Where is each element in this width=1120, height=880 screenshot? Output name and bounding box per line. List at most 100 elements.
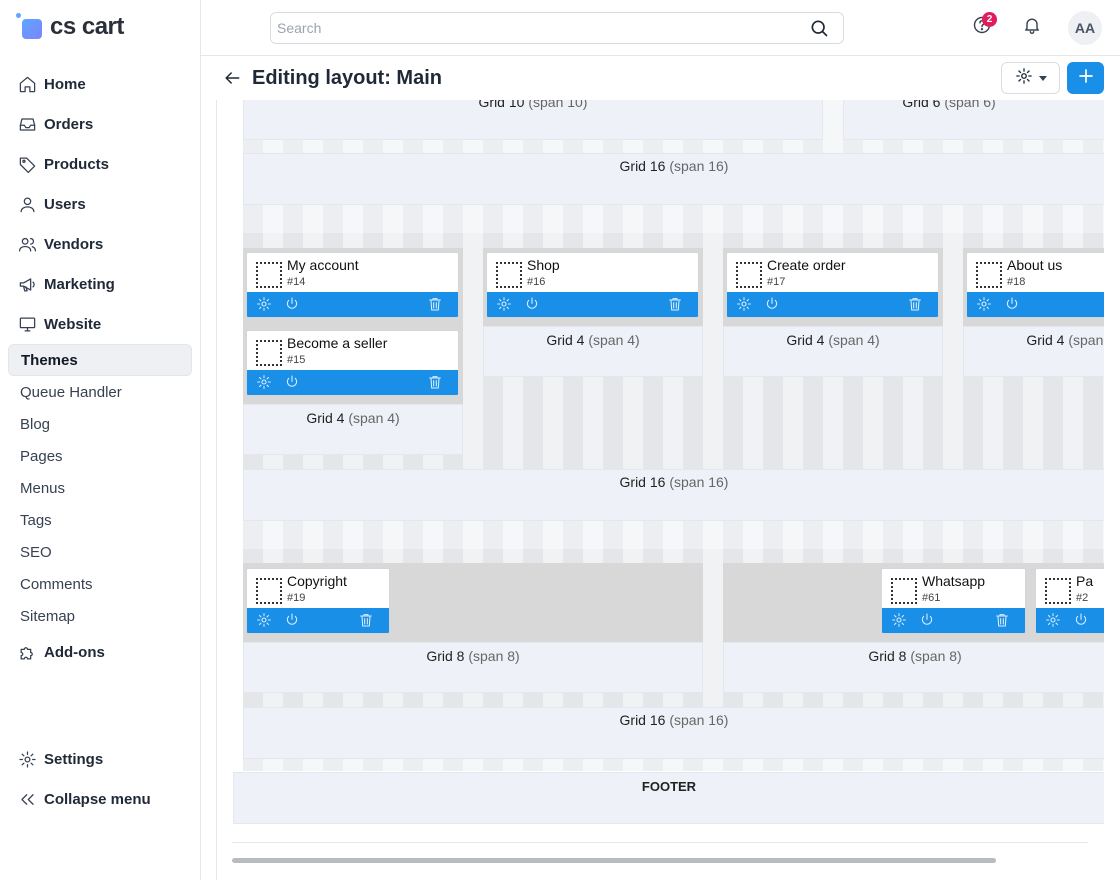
block-id: #16 — [527, 276, 546, 288]
nav-label: Add-ons — [44, 643, 105, 661]
nav-item-users[interactable]: Users — [8, 188, 192, 220]
grid-4[interactable]: Grid 4 (span 4) — [243, 404, 463, 455]
footer-container[interactable]: FOOTER — [233, 772, 1104, 824]
search-input[interactable] — [271, 13, 791, 43]
block-id: #15 — [287, 354, 306, 366]
block-about-us[interactable]: About us #18 — [966, 252, 1104, 318]
logo-icon — [16, 13, 44, 41]
block-my-account[interactable]: My account #14 — [246, 252, 459, 318]
horizontal-scrollbar[interactable] — [232, 858, 996, 863]
grid-10[interactable]: Grid 10 (span 10) — [243, 100, 823, 140]
trash-icon[interactable] — [427, 374, 443, 390]
gear-icon[interactable] — [976, 296, 992, 312]
grid-4[interactable]: Grid 4 (span 4) — [723, 326, 943, 377]
power-icon[interactable] — [284, 374, 300, 390]
grid-16-row-3[interactable]: Grid 16 (span 16) — [243, 707, 1104, 759]
nav-label: Home — [44, 75, 86, 93]
sub-item-queue-handler[interactable]: Queue Handler — [8, 376, 192, 408]
help-button[interactable]: 2 — [969, 12, 997, 40]
grid-8[interactable]: Grid 8 (span 8) — [723, 642, 1104, 693]
layout-settings-dropdown[interactable] — [1001, 62, 1060, 94]
block-name: Become a seller — [287, 335, 388, 351]
power-icon[interactable] — [919, 612, 935, 628]
block-toolbar — [882, 608, 1025, 633]
power-icon[interactable] — [1073, 612, 1089, 628]
block-whatsapp[interactable]: Whatsapp #61 — [881, 568, 1026, 634]
double-chevron-left-icon — [17, 789, 37, 809]
power-icon[interactable] — [1004, 296, 1020, 312]
block-shop[interactable]: Shop #16 — [486, 252, 699, 318]
grid-16-row-2[interactable]: Grid 16 (span 16) — [243, 469, 1104, 521]
sub-item-sitemap[interactable]: Sitemap — [8, 600, 192, 632]
logo[interactable]: cs cart — [16, 12, 124, 42]
gear-icon[interactable] — [256, 374, 272, 390]
grid-8[interactable]: Grid 8 (span 8) — [243, 642, 703, 693]
block-become-a-seller[interactable]: Become a seller #15 — [246, 330, 459, 396]
block-create-order[interactable]: Create order #17 — [726, 252, 939, 318]
power-icon[interactable] — [764, 296, 780, 312]
nav-item-website[interactable]: Website — [8, 308, 192, 340]
block-toolbar — [1036, 608, 1104, 633]
gear-icon[interactable] — [736, 296, 752, 312]
trash-icon[interactable] — [358, 612, 374, 628]
trash-icon[interactable] — [994, 612, 1010, 628]
notifications-button[interactable] — [1019, 14, 1045, 40]
home-icon — [17, 74, 37, 94]
back-arrow-icon[interactable] — [222, 68, 242, 88]
plus-icon — [1077, 67, 1095, 90]
gear-icon[interactable] — [256, 612, 272, 628]
block-id: #19 — [287, 592, 306, 604]
nav-item-settings[interactable]: Settings — [8, 743, 192, 775]
power-icon[interactable] — [284, 296, 300, 312]
block-name: My account — [287, 257, 359, 273]
trash-icon[interactable] — [667, 296, 683, 312]
nav-item-vendors[interactable]: Vendors — [8, 228, 192, 260]
nav-item-addons[interactable]: Add-ons — [8, 636, 192, 668]
nav-label: Users — [44, 195, 86, 213]
block-copyright[interactable]: Copyright #19 — [246, 568, 390, 634]
sub-item-tags[interactable]: Tags — [8, 504, 192, 536]
user-icon — [17, 194, 37, 214]
nav-item-products[interactable]: Products — [8, 148, 192, 180]
block-thumbnail — [1045, 578, 1071, 604]
sub-item-menus[interactable]: Menus — [8, 472, 192, 504]
sub-item-pages[interactable]: Pages — [8, 440, 192, 472]
nav-item-marketing[interactable]: Marketing — [8, 268, 192, 300]
gear-icon[interactable] — [496, 296, 512, 312]
collapse-menu-button[interactable]: Collapse menu — [8, 783, 192, 815]
power-icon[interactable] — [524, 296, 540, 312]
block-name: Shop — [527, 257, 560, 273]
tag-icon — [17, 154, 37, 174]
grid-4[interactable]: Grid 4 (span 4) — [963, 326, 1104, 377]
gear-icon[interactable] — [891, 612, 907, 628]
logo-text: cs cart — [50, 13, 124, 40]
divider — [232, 842, 1088, 843]
sub-item-seo[interactable]: SEO — [8, 536, 192, 568]
search-icon[interactable] — [809, 18, 829, 38]
add-button[interactable] — [1067, 62, 1104, 94]
power-icon[interactable] — [284, 612, 300, 628]
block-thumbnail — [256, 340, 282, 366]
nav-item-orders[interactable]: Orders — [8, 108, 192, 140]
trash-icon[interactable] — [427, 296, 443, 312]
grid-label: Grid 4 (span 4) — [1026, 332, 1104, 348]
grid-label: Grid 6 (span 6) — [902, 100, 996, 110]
block-partial[interactable]: Pa #2 — [1035, 568, 1104, 634]
grid-6[interactable]: Grid 6 (span 6) — [843, 100, 1104, 140]
grid-label: Grid 8 (span 8) — [426, 648, 520, 664]
row-separator — [243, 759, 1104, 771]
row-separator — [243, 205, 1104, 233]
row-separator — [243, 521, 1104, 549]
sub-item-themes[interactable]: Themes — [8, 344, 192, 376]
gear-icon[interactable] — [1045, 612, 1061, 628]
gear-icon[interactable] — [256, 296, 272, 312]
sub-item-comments[interactable]: Comments — [8, 568, 192, 600]
nav-label: Products — [44, 155, 110, 173]
block-thumbnail — [496, 262, 522, 288]
avatar[interactable]: AA — [1068, 11, 1102, 45]
sub-item-blog[interactable]: Blog — [8, 408, 192, 440]
grid-16-top[interactable]: Grid 16 (span 16) — [243, 153, 1104, 205]
nav-item-home[interactable]: Home — [8, 68, 192, 100]
grid-4[interactable]: Grid 4 (span 4) — [483, 326, 703, 377]
trash-icon[interactable] — [907, 296, 923, 312]
